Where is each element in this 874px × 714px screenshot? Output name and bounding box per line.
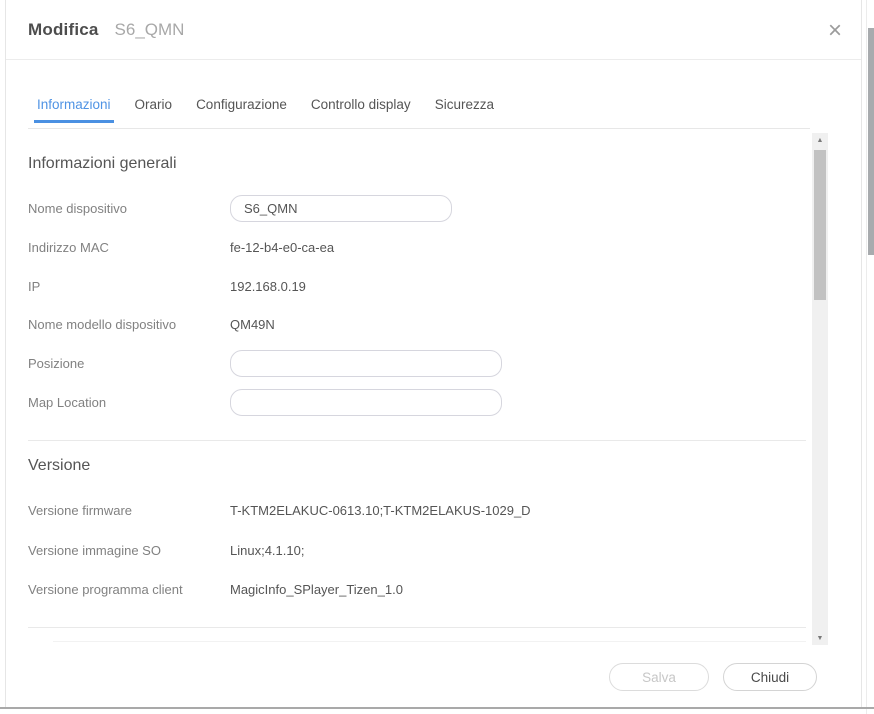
window-bottom-edge xyxy=(0,707,874,709)
mac-address-label: Indirizzo MAC xyxy=(28,240,230,255)
row-firmware-version: Versione firmware T-KTM2ELAKUC-0613.10;T… xyxy=(28,491,806,530)
modal-title: Modifica xyxy=(28,20,99,40)
save-button[interactable]: Salva xyxy=(609,663,709,691)
row-os-image-version: Versione immagine SO Linux;4.1.10; xyxy=(28,531,806,570)
map-location-input[interactable] xyxy=(230,389,502,416)
model-name-label: Nome modello dispositivo xyxy=(28,317,230,332)
row-position: Posizione xyxy=(28,344,806,383)
row-client-version: Versione programma client MagicInfo_SPla… xyxy=(28,570,806,609)
model-name-value: QM49N xyxy=(230,317,275,332)
section-title-general: Informazioni generali xyxy=(28,155,177,173)
os-image-version-label: Versione immagine SO xyxy=(28,543,230,558)
close-icon[interactable]: × xyxy=(821,17,849,45)
close-button[interactable]: Chiudi xyxy=(723,663,817,691)
tabs-divider xyxy=(28,128,810,129)
client-version-label: Versione programma client xyxy=(28,582,230,597)
os-image-version-value: Linux;4.1.10; xyxy=(230,543,304,558)
row-model-name: Nome modello dispositivo QM49N xyxy=(28,305,806,344)
row-device-name: Nome dispositivo xyxy=(28,189,806,228)
scrollbar-thumb[interactable] xyxy=(814,150,826,300)
modal-device-name: S6_QMN xyxy=(115,20,185,40)
scroll-area: Informazioni generali Nome dispositivo I… xyxy=(6,133,812,645)
section-divider-partial xyxy=(53,641,806,642)
scroll-up-icon[interactable]: ▲ xyxy=(812,133,828,147)
firmware-version-label: Versione firmware xyxy=(28,503,230,518)
tab-orario[interactable]: Orario xyxy=(132,97,176,123)
tab-controllo-display[interactable]: Controllo display xyxy=(308,97,414,123)
browser-scrollbar[interactable] xyxy=(866,0,874,714)
device-name-input[interactable] xyxy=(230,195,452,222)
device-name-label: Nome dispositivo xyxy=(28,201,230,216)
row-mac-address: Indirizzo MAC fe-12-b4-e0-ca-ea xyxy=(28,228,806,267)
tab-sicurezza[interactable]: Sicurezza xyxy=(432,97,497,123)
row-ip: IP 192.168.0.19 xyxy=(28,267,806,306)
section-title-version: Versione xyxy=(28,457,90,475)
row-map-location: Map Location xyxy=(28,383,806,422)
position-input[interactable] xyxy=(230,350,502,377)
tab-bar: Informazioni Orario Configurazione Contr… xyxy=(34,97,497,123)
mac-address-value: fe-12-b4-e0-ca-ea xyxy=(230,240,334,255)
position-label: Posizione xyxy=(28,356,230,371)
firmware-version-value: T-KTM2ELAKUC-0613.10;T-KTM2ELAKUS-1029_D xyxy=(230,503,531,518)
tab-configurazione[interactable]: Configurazione xyxy=(193,97,290,123)
section-divider xyxy=(28,440,806,441)
screen: Modifica S6_QMN × Informazioni Orario Co… xyxy=(0,0,874,714)
client-version-value: MagicInfo_SPlayer_Tizen_1.0 xyxy=(230,582,403,597)
section-divider xyxy=(28,627,806,628)
edit-device-modal: Modifica S6_QMN × Informazioni Orario Co… xyxy=(5,0,862,707)
tab-informazioni[interactable]: Informazioni xyxy=(34,97,114,123)
map-location-label: Map Location xyxy=(28,395,230,410)
modal-scrollbar[interactable]: ▲ ▼ xyxy=(812,133,828,645)
ip-label: IP xyxy=(28,279,230,294)
scroll-down-icon[interactable]: ▼ xyxy=(812,631,828,645)
browser-scrollbar-thumb[interactable] xyxy=(868,28,874,255)
modal-header: Modifica S6_QMN xyxy=(6,0,861,60)
ip-value: 192.168.0.19 xyxy=(230,279,306,294)
